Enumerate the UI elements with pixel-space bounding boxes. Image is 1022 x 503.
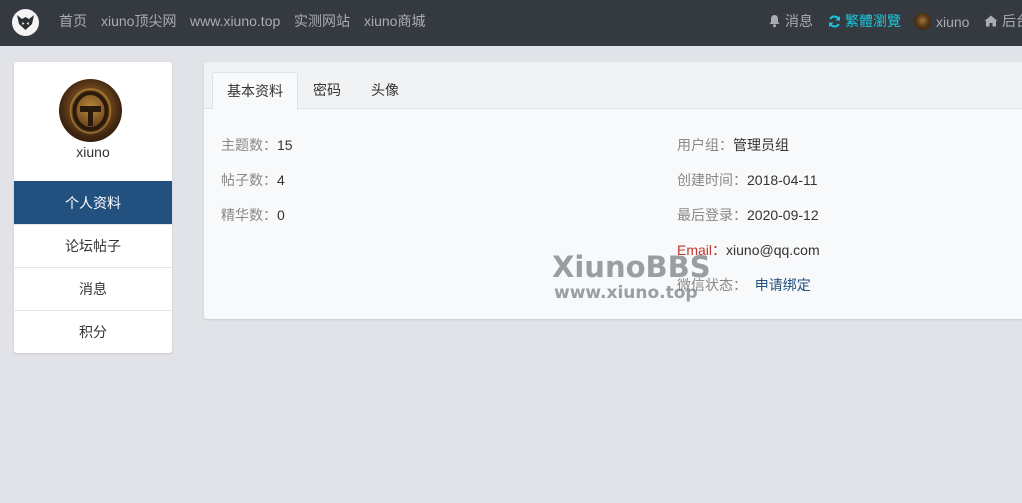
created-time: 创建时间：2018-04-11 (677, 172, 818, 188)
nav-user[interactable]: xiuno (914, 13, 969, 30)
created-time-label: 创建时间： (677, 172, 747, 188)
last-login: 最后登录：2020-09-12 (677, 207, 819, 223)
top-navbar: 首页 xiuno顶尖网 www.xiuno.top 实测网站 xiuno商城 消… (0, 0, 1022, 46)
sidebar-menu: 个人资料 论坛帖子 消息 积分 (14, 181, 172, 353)
tab-bar: 基本资料 密码 头像 (204, 62, 1022, 110)
stat-digests-value: 0 (277, 207, 285, 223)
avatar (59, 79, 122, 142)
nav-link-store[interactable]: xiuno商城 (364, 13, 425, 29)
last-login-label: 最后登录： (677, 207, 747, 223)
nav-traditional-label: 繁體瀏覽 (845, 13, 901, 29)
last-login-value: 2020-09-12 (747, 207, 819, 223)
nav-messages[interactable]: 消息 (768, 13, 813, 29)
stat-digests-label: 精华数： (221, 207, 277, 223)
tab-basic-info[interactable]: 基本资料 (212, 72, 298, 110)
nav-messages-label: 消息 (785, 13, 813, 29)
bell-icon (769, 15, 780, 28)
sidebar-username: xiuno (76, 144, 110, 160)
xiuno-logo[interactable] (12, 9, 39, 36)
sidebar-item-messages[interactable]: 消息 (14, 267, 172, 310)
user-group-label: 用户组： (677, 137, 733, 153)
nav-admin-label: 后台 (1002, 13, 1022, 29)
stat-threads-label: 主题数： (221, 137, 277, 153)
stat-posts-value: 4 (277, 172, 285, 188)
sidebar-item-profile[interactable]: 个人资料 (14, 181, 172, 224)
sidebar-item-points[interactable]: 积分 (14, 310, 172, 353)
home-icon (984, 15, 998, 27)
user-group: 用户组：管理员组 (677, 137, 789, 153)
tab-password[interactable]: 密码 (299, 72, 355, 110)
tab-avatar[interactable]: 头像 (357, 72, 413, 110)
stat-posts: 帖子数：4 (221, 172, 285, 188)
created-time-value: 2018-04-11 (747, 172, 818, 188)
wechat-bind-link[interactable]: 申请绑定 (755, 277, 811, 293)
nav-link-website[interactable]: www.xiuno.top (190, 13, 280, 29)
stat-digests: 精华数：0 (221, 207, 285, 223)
nav-avatar (914, 13, 931, 30)
nav-link-home[interactable]: 首页 (59, 13, 87, 29)
nav-link-xiuno-top[interactable]: xiuno顶尖网 (101, 13, 176, 29)
stat-posts-label: 帖子数： (221, 172, 277, 188)
watermark-url: www.xiuno.top (554, 283, 698, 303)
nav-link-test-site[interactable]: 实测网站 (294, 13, 350, 29)
nav-traditional-toggle[interactable]: 繁體瀏覽 (828, 13, 901, 29)
user-group-value: 管理员组 (733, 137, 789, 153)
watermark-title: XiunoBBS (552, 250, 711, 284)
email-value: xiuno@qq.com (726, 242, 820, 258)
nav-username: xiuno (936, 13, 970, 30)
refresh-icon (829, 15, 840, 27)
nav-admin[interactable]: 后台 (984, 13, 1022, 29)
sidebar-item-posts[interactable]: 论坛帖子 (14, 224, 172, 267)
stat-threads: 主题数：15 (221, 137, 293, 153)
user-sidebar: xiuno 个人资料 论坛帖子 消息 积分 (14, 62, 172, 353)
stat-threads-value: 15 (277, 137, 293, 153)
